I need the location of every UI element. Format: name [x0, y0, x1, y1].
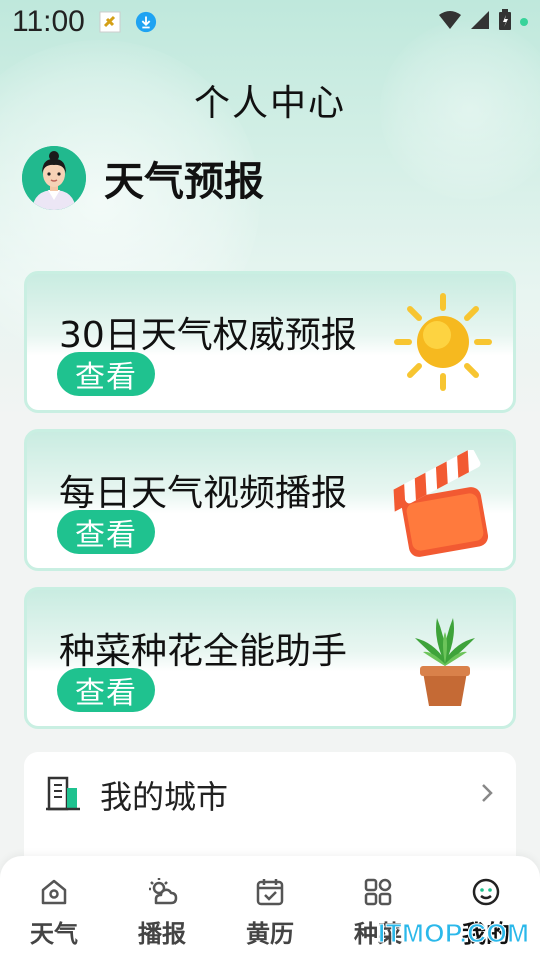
clapperboard-icon [393, 449, 493, 557]
tab-label: 天气 [30, 920, 78, 948]
chevron-right-icon [480, 782, 494, 808]
app-notification-icon [99, 11, 121, 33]
card-title: 种菜种花全能助手 [59, 631, 348, 672]
smile-icon [470, 876, 502, 908]
card-video-broadcast[interactable]: 每日天气视频播报 查看 [24, 429, 516, 571]
status-dot [520, 18, 528, 26]
signal-icon [470, 10, 490, 34]
wifi-icon [438, 10, 462, 34]
card-title: 30日天气权威预报 [59, 315, 357, 356]
succulent-plant-icon [393, 608, 493, 708]
download-icon [135, 11, 157, 33]
watermark-text: ITMOP.COM [377, 918, 530, 949]
buildings-icon [46, 775, 80, 815]
grid-icon [362, 876, 394, 908]
card-gardening-assistant[interactable]: 种菜种花全能助手 查看 [24, 587, 516, 729]
view-button[interactable]: 查看 [57, 510, 155, 554]
tab-label: 黄历 [246, 920, 294, 948]
my-city-row[interactable]: 我的城市 [46, 774, 494, 816]
tab-broadcast[interactable]: 播报 [108, 856, 216, 960]
my-city-label: 我的城市 [100, 778, 229, 816]
profile-name: 天气预报 [104, 159, 264, 205]
tab-label: 播报 [138, 920, 186, 948]
status-time: 11:00 [12, 5, 85, 38]
tab-almanac[interactable]: 黄历 [216, 856, 324, 960]
home-icon [38, 876, 70, 908]
card-title: 每日天气视频播报 [59, 473, 348, 514]
page-title: 个人中心 [193, 83, 346, 124]
tab-weather[interactable]: 天气 [0, 856, 108, 960]
status-bar: 11:00 [0, 0, 540, 44]
calendar-icon [254, 876, 286, 908]
battery-icon [498, 9, 512, 35]
card-30-day-forecast[interactable]: 30日天气权威预报 查看 [24, 271, 516, 413]
sun-icon [393, 292, 493, 392]
avatar-woman-icon[interactable] [22, 146, 86, 210]
view-button[interactable]: 查看 [57, 352, 155, 396]
weather-cloud-icon [146, 876, 178, 908]
profile-header[interactable]: 天气预报 [22, 146, 264, 210]
view-button[interactable]: 查看 [57, 668, 155, 712]
